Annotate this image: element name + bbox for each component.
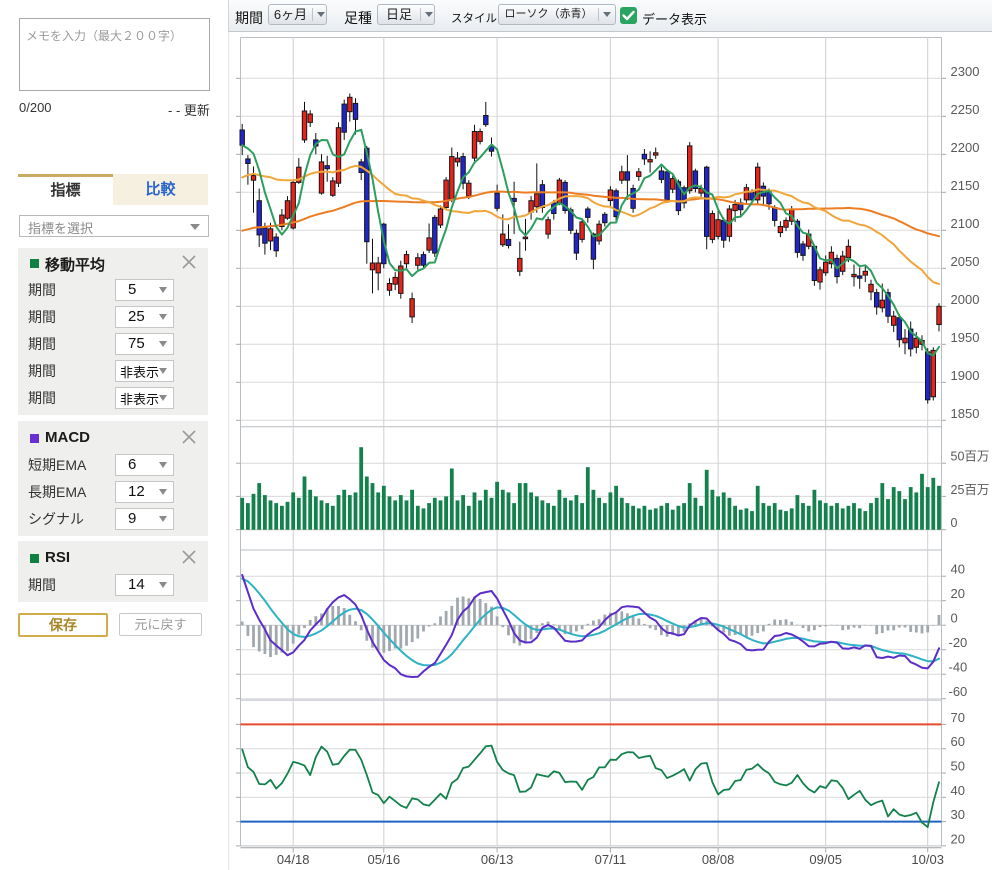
svg-text:2250: 2250 bbox=[951, 102, 980, 117]
svg-text:20: 20 bbox=[951, 831, 965, 846]
svg-text:0: 0 bbox=[951, 516, 958, 530]
svg-text:60: 60 bbox=[951, 734, 965, 749]
svg-text:2300: 2300 bbox=[951, 64, 980, 79]
svg-text:1950: 1950 bbox=[951, 330, 980, 345]
svg-text:07/11: 07/11 bbox=[595, 852, 627, 867]
svg-text:2200: 2200 bbox=[951, 140, 980, 155]
svg-text:10/03: 10/03 bbox=[911, 852, 944, 867]
svg-text:40: 40 bbox=[951, 783, 965, 798]
svg-text:25百万: 25百万 bbox=[951, 483, 990, 497]
svg-text:0: 0 bbox=[951, 611, 958, 626]
svg-text:08/08: 08/08 bbox=[702, 852, 735, 867]
svg-text:70: 70 bbox=[951, 710, 965, 725]
svg-text:40: 40 bbox=[951, 562, 965, 577]
svg-text:05/16: 05/16 bbox=[368, 852, 401, 867]
svg-text:2050: 2050 bbox=[951, 254, 980, 269]
svg-text:04/18: 04/18 bbox=[277, 852, 310, 867]
svg-text:2150: 2150 bbox=[951, 178, 980, 193]
svg-text:50: 50 bbox=[951, 759, 965, 774]
svg-text:30: 30 bbox=[951, 807, 965, 822]
svg-text:-20: -20 bbox=[949, 635, 968, 650]
svg-text:-40: -40 bbox=[949, 660, 968, 675]
svg-text:06/13: 06/13 bbox=[481, 852, 514, 867]
svg-text:1900: 1900 bbox=[951, 368, 980, 383]
svg-text:1850: 1850 bbox=[951, 406, 980, 421]
svg-text:20: 20 bbox=[951, 586, 965, 601]
svg-text:2000: 2000 bbox=[951, 292, 980, 307]
svg-text:2100: 2100 bbox=[951, 216, 980, 231]
svg-text:-60: -60 bbox=[949, 684, 968, 699]
svg-text:09/05: 09/05 bbox=[809, 852, 842, 867]
svg-text:50百万: 50百万 bbox=[951, 450, 990, 464]
